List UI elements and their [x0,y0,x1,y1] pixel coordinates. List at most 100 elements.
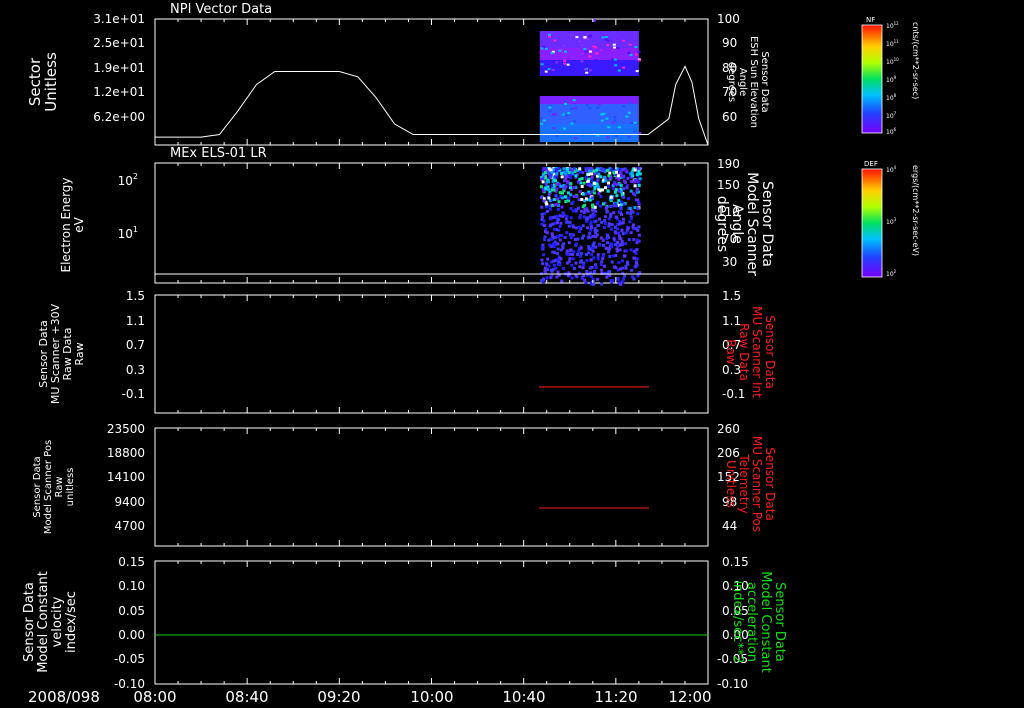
spectrogram-cell [589,228,593,232]
spectrogram-cell [621,195,625,199]
panel-3-left-tick: 0.7 [126,338,145,352]
spectrogram-cell [556,98,560,101]
spectrogram-cell [590,225,593,229]
spectrogram-cell [560,279,564,283]
panel-mu-scanner-30v: 1.5 1.1 0.7 0.3 -0.1 1.5 1.1 0.7 0.3 -0.… [37,289,777,414]
panel-3-left-tick: 0.3 [126,363,145,377]
spectrogram-cell [621,259,624,263]
spectrogram-cell [566,274,570,278]
spectrogram-cell [547,167,551,171]
right-label-line: Sensor Data [759,51,770,112]
spectrogram-cell [545,202,549,206]
spectrogram-cell [625,228,629,232]
spectrogram-cell [562,44,566,47]
spectrogram-cell [548,243,552,247]
spectrogram-cell [554,194,558,198]
colorbar-def-ticks: 104 103 102 [886,165,897,278]
spectrogram-cell [552,188,556,192]
spectrogram-cell [637,50,641,53]
right-label-line: ESH Sun Elevation [748,36,759,128]
spectrogram-cell [593,213,597,217]
spectrogram-cell [604,246,608,250]
spectrogram-cell [574,209,578,213]
spectrogram-cell [633,206,637,209]
spectrogram-cell [546,257,550,261]
spectrogram-cell [599,263,603,266]
spectrogram-cell [580,44,584,47]
spectrogram-cell [608,171,612,175]
spectrogram-cell [563,179,566,183]
spectrogram-cell [569,182,573,186]
panel-3-frame [154,294,709,414]
spectrogram-cell [600,119,604,122]
spectrogram-cell [555,172,558,176]
spectrogram-cell [594,59,598,62]
spectrogram-cell [581,52,584,55]
spectrogram-cell [610,242,614,246]
spectrogram-cell [614,243,618,247]
spectrogram-cell [610,58,614,61]
colorbar-def-units: ergs/(cm**2-sr-sec-eV) [911,165,920,256]
spectrogram-cell [620,221,624,225]
spectrogram-cell [571,171,575,175]
spectrogram-cell [614,64,618,67]
spectrogram-cell [582,263,586,267]
spectrogram-cell [610,279,614,283]
right-label-line: Model Constant [758,571,773,673]
spectrogram-cell [604,186,607,190]
spectrogram-cell [596,277,600,281]
panel-5-left-tick: -0.05 [114,652,145,666]
spectrogram-cell [603,219,607,223]
spectrogram-cell [577,249,581,253]
spectrogram-cell [607,250,611,254]
spectrogram-cell [557,167,561,170]
spectrogram-cell [589,222,593,226]
panel-5-left-tick: 0.10 [118,579,145,593]
spectrogram-cell [606,168,610,172]
spectrogram-cell [584,192,588,196]
spectrogram-cell [620,229,624,233]
spectrogram-cell [572,266,576,270]
spectrogram-cell [591,203,595,207]
spectrogram-cell [556,235,560,238]
spectrogram-cell [542,199,546,203]
spectrogram-cell [564,195,568,199]
spectrogram-cell [553,263,556,267]
spectrogram-cell [554,266,558,270]
x-tick-label: 09:20 [317,688,360,706]
spectrogram-cell [594,219,598,223]
spectrogram-cell [632,238,636,242]
spectrogram-cell [598,217,601,221]
spectrogram-cell [579,209,583,213]
panel-4-left-tick: 23500 [107,422,145,436]
spectrogram-cell [617,69,621,72]
colorbar-nf-ticks: 1012 1011 1010 109 108 107 106 [886,21,899,136]
spectrogram-cell [554,168,558,172]
spectrogram-cell [585,104,589,107]
spectrogram-cell [629,231,633,235]
spectrogram-cell [608,176,612,180]
spectrogram-cell [620,240,624,243]
spectrogram-cell [547,196,551,200]
spectrogram-cell [541,180,545,184]
spectrogram-cell [618,248,622,252]
spectrogram-cell [594,263,598,267]
spectrogram-cell [597,172,601,176]
spectrogram-cell [544,70,548,73]
spectrogram-cell [608,274,612,278]
spectrogram-cell [585,259,589,263]
spectrogram-cell [559,184,563,188]
spectrogram-cell [556,257,560,261]
panel-4-left-tick: 4700 [114,519,145,533]
spectrogram-cell [591,243,595,247]
cb-tick: 107 [886,111,897,120]
spectrogram-cell [635,241,639,245]
panel-1-spectrogram [539,19,642,142]
left-label-line: velocity [50,596,65,647]
spectrogram-cell [615,249,619,253]
spectrogram-cell [563,186,567,190]
spectrogram-cell [591,234,595,238]
spectrogram-cell [634,46,638,48]
panel-mex-els: MEx ELS-01 LR 102 101 190 150 110 70 30 … [59,146,775,286]
spectrogram-cell [609,205,613,208]
